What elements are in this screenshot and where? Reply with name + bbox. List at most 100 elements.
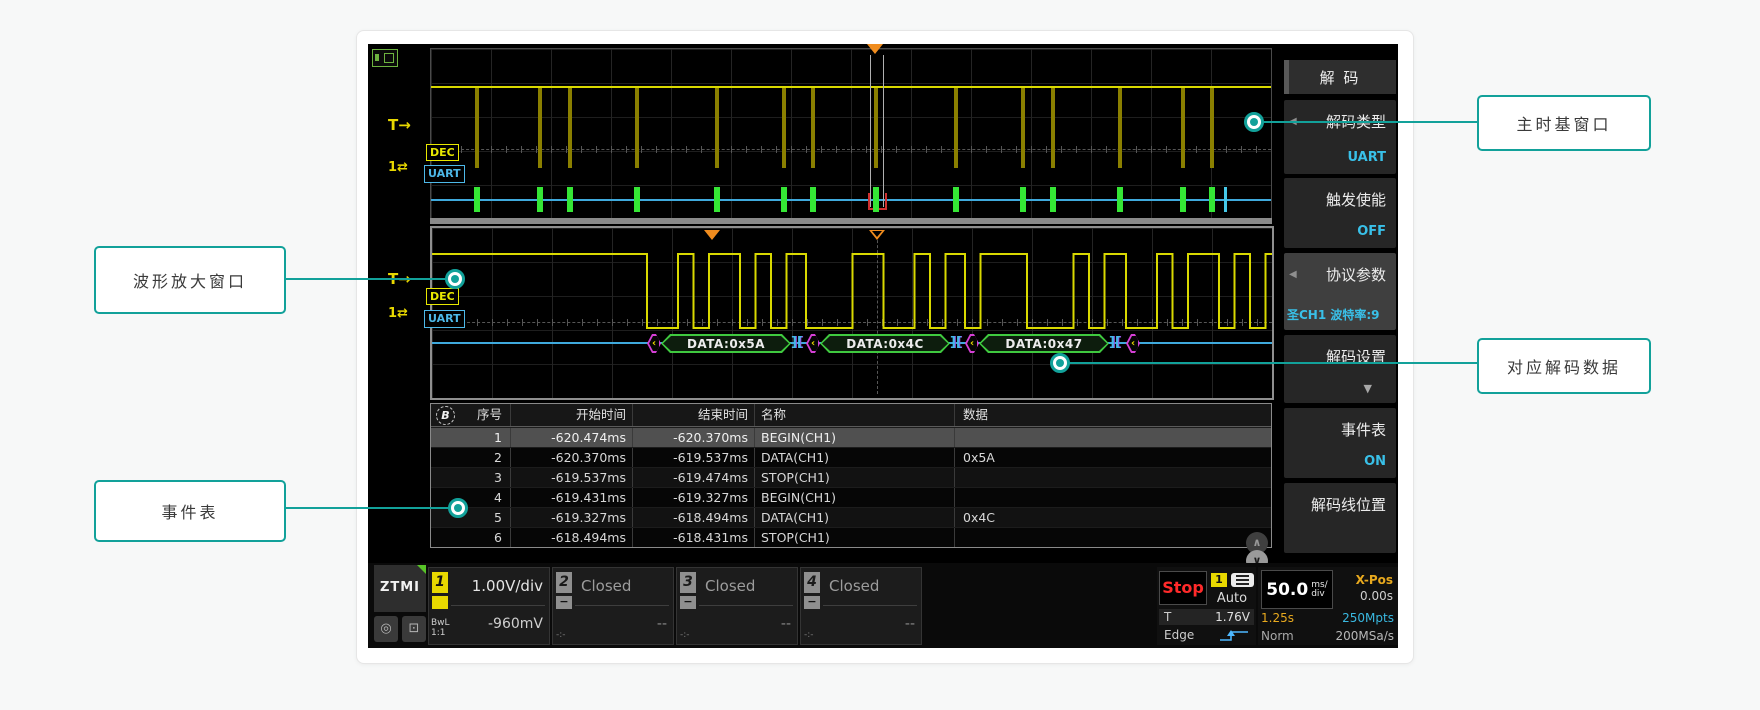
trigger-status-block[interactable]: Stop 1 Auto T 1.76V Edge: [1157, 567, 1256, 645]
ch1-pulse: [954, 88, 958, 168]
page: ‹ DATA:0x5A ][ ‹ DATA:0x4C ][ ‹ DATA:0x4…: [0, 0, 1760, 710]
trigger-position-marker[interactable]: [867, 44, 883, 54]
touch-mode-button[interactable]: ◎: [374, 616, 398, 642]
callout-decoded-data: 对应解码数据: [1477, 338, 1651, 394]
zoom-trigger-marker[interactable]: [704, 230, 720, 240]
decode-activity-tick: [873, 187, 879, 212]
left-arrow-icon: ◀: [1289, 269, 1297, 280]
ch1-trace: [431, 86, 1271, 88]
decode-activity-tick: [781, 187, 787, 212]
table-row[interactable]: 1-620.474ms-620.370msBEGIN(CH1): [431, 427, 1271, 447]
table-row[interactable]: 6-618.494ms-618.431msSTOP(CH1): [431, 527, 1271, 547]
zoom-channel1-marker[interactable]: 1⇄: [388, 306, 408, 321]
callout-anchor: [1050, 353, 1070, 373]
chevron-down-icon: ▼: [1364, 382, 1372, 395]
decode-activity-tick: [1180, 187, 1186, 212]
coupling-badge: −: [556, 596, 572, 609]
menu-title-notch: [1284, 60, 1289, 94]
oscilloscope-screen: ‹ DATA:0x5A ][ ‹ DATA:0x4C ][ ‹ DATA:0x4…: [368, 44, 1398, 648]
ch1-pulse: [635, 88, 639, 168]
ch1-pulse: [782, 88, 786, 168]
uart-data-bubble: DATA:0x5A: [661, 334, 791, 353]
channel-offset: -960mV: [488, 616, 543, 632]
acquisition-mode: Norm: [1261, 629, 1294, 643]
decode-activity-tick: [567, 187, 573, 212]
trigger-source-badge: 1: [1211, 573, 1227, 587]
menu-item-decode-settings[interactable]: 解码设置 ▼: [1284, 335, 1396, 403]
bus-icon[interactable]: B: [436, 406, 455, 425]
uart-data-bubble: DATA:0x4C: [820, 334, 950, 353]
decode-activity-tick: [810, 187, 816, 212]
channel-4-block[interactable]: 4 − Closed -- -:-: [800, 567, 922, 645]
callout-connector: [282, 278, 448, 280]
callout-anchor: [445, 269, 465, 289]
decode-activity-tick: [1050, 187, 1056, 212]
zoom-ch1-trace: [432, 228, 1272, 398]
channel1-marker[interactable]: 1⇄: [388, 160, 408, 175]
decode-activity-tick: [474, 187, 480, 212]
zoom-uart-label: UART: [424, 310, 465, 328]
trigger-type: Edge: [1164, 628, 1194, 642]
memory-depth: 250Mpts: [1342, 611, 1394, 625]
callout-main-timebase: 主时基窗口: [1477, 95, 1651, 151]
callout-anchor: [448, 498, 468, 518]
ch1-pulse: [538, 88, 542, 168]
trigger-level-marker[interactable]: T→: [388, 116, 411, 134]
channel-2-block[interactable]: 2 − Closed -- -:-: [552, 567, 674, 645]
callout-connector: [1069, 362, 1477, 364]
callout-connector: [1263, 121, 1477, 123]
table-row[interactable]: 3-619.537ms-619.474msSTOP(CH1): [431, 467, 1271, 487]
menu-item-protocol-params[interactable]: ◀ 协议参数 圣CH1 波特率:9: [1284, 253, 1396, 330]
uart-stop-bit-marker: ][: [1109, 333, 1121, 353]
capture-icon[interactable]: [372, 49, 398, 67]
callout-anchor: [1244, 112, 1264, 132]
menu-item-decode-type[interactable]: ◀ 解码类型 UART: [1284, 100, 1396, 174]
channel-1-block[interactable]: 1 1.00V/div -960mV BwL1:1: [428, 567, 550, 645]
time-axis: [431, 149, 1271, 150]
channel-offset: --: [905, 616, 915, 632]
channel-number-badge: 2: [556, 572, 572, 593]
callout-connector: [282, 507, 450, 509]
ch1-pulse: [811, 88, 815, 168]
bandwidth-label: BwL1:1: [431, 618, 450, 638]
event-table: B 序号 开始时间 结束时间 名称 数据 1-620.474ms-620.370…: [430, 403, 1272, 548]
channel-number-badge: 4: [804, 572, 820, 593]
decode-activity-tick: [1020, 187, 1026, 212]
waveform-zoom-window: ‹ DATA:0x5A ][ ‹ DATA:0x4C ][ ‹ DATA:0x4…: [430, 226, 1274, 400]
ch1-pulse: [874, 88, 878, 168]
callout-zoom-window: 波形放大窗口: [94, 246, 286, 314]
channel-scale: 1.00V/div: [472, 577, 543, 595]
trigger-level: 1.76V: [1215, 610, 1250, 624]
menu-item-decode-line-position[interactable]: 解码线位置: [1284, 483, 1396, 553]
menu-item-event-table[interactable]: 事件表 ON: [1284, 408, 1396, 478]
x-pos-value: 0.00s: [1360, 589, 1393, 603]
uart-data-bubble: DATA:0x47: [979, 334, 1109, 353]
uart-label: UART: [424, 165, 465, 183]
logo-corner-flag: [417, 565, 426, 574]
acquisition-state: Stop: [1159, 571, 1207, 605]
decode-activity-tick: [714, 187, 720, 212]
menu-item-trigger-enable[interactable]: 触发使能 OFF: [1284, 178, 1396, 248]
timebase-status-block[interactable]: 50.0 ms/div X-Pos 0.00s 1.25s 250Mpts No…: [1258, 567, 1398, 645]
ch1-pulse: [1181, 88, 1185, 168]
channel-number-badge: 3: [680, 572, 696, 593]
channel-3-block[interactable]: 3 − Closed -- -:-: [676, 567, 798, 645]
decode-activity-tick: [1209, 187, 1215, 212]
ch1-pulse: [475, 88, 479, 168]
window-divider[interactable]: [430, 218, 1272, 224]
zoom-cursor-marker[interactable]: [869, 230, 885, 240]
channel-status: Closed: [829, 577, 879, 595]
trigger-mode: Auto: [1209, 591, 1255, 606]
dc-coupling-icon: [432, 596, 448, 609]
uart-stop-bit-marker: ][: [791, 333, 803, 353]
table-row[interactable]: 2-620.370ms-619.537msDATA(CH1)0x5A: [431, 447, 1271, 467]
col-header-name: 名称: [755, 404, 955, 426]
table-row[interactable]: 4-619.431ms-619.327msBEGIN(CH1): [431, 487, 1271, 507]
table-row[interactable]: 5-619.327ms-618.494msDATA(CH1)0x4C: [431, 507, 1271, 527]
window-time: 1.25s: [1261, 611, 1294, 625]
ch1-pulse: [1210, 88, 1214, 168]
channel-number-badge: 1: [432, 572, 448, 593]
ch1-pulse: [1118, 88, 1122, 168]
decode-activity-tick: [1117, 187, 1123, 212]
screen-capture-button[interactable]: ⊡: [402, 616, 426, 642]
